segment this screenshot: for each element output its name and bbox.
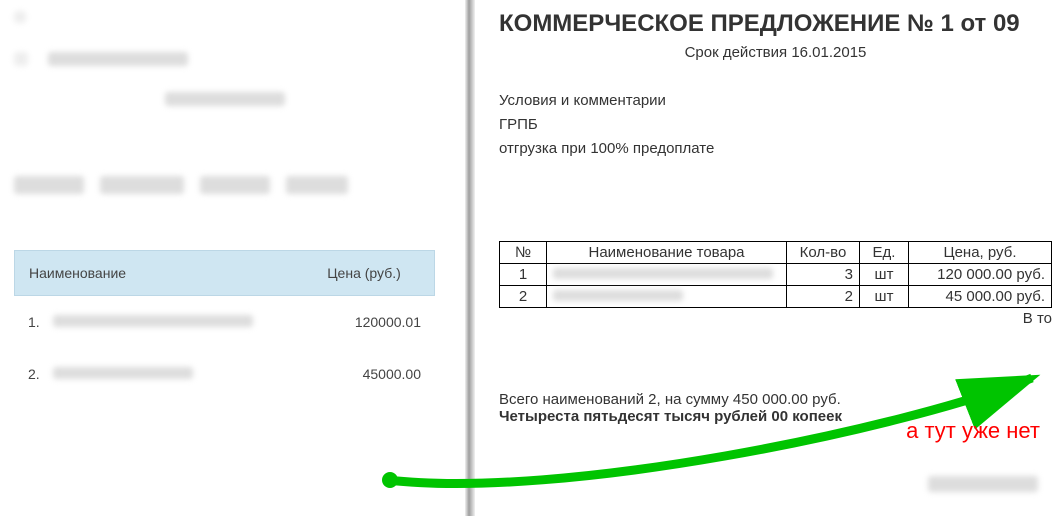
header-price: Цена (руб.): [309, 265, 419, 281]
item-index: 2.: [28, 366, 53, 382]
list-item[interactable]: 2. 45000.00: [14, 348, 435, 400]
table-row: 1 3 шт 120 000.00 руб.: [500, 264, 1052, 286]
th-no: №: [500, 242, 547, 264]
conditions-line: отгрузка при 100% предоплате: [499, 137, 1052, 161]
doc-subtitle: Срок действия 16.01.2015: [499, 44, 1052, 61]
th-qty: Кол-во: [787, 242, 860, 264]
item-index: 1.: [28, 314, 53, 330]
doc-title: КОММЕРЧЕСКОЕ ПРЕДЛОЖЕНИЕ № 1 от 09: [499, 10, 1052, 38]
th-name: Наименование товара: [547, 242, 787, 264]
annotation-text: а тут уже нет: [906, 418, 1040, 444]
conditions-line: ГРПБ: [499, 113, 1052, 137]
th-unit: Ед.: [860, 242, 909, 264]
list-item[interactable]: 1. 120000.01: [14, 296, 435, 348]
subtotal-line: В то: [499, 310, 1052, 327]
header-name: Наименование: [29, 265, 309, 281]
panel-divider: [465, 0, 475, 516]
left-panel: Наименование Цена (руб.) 1. 120000.01 2.…: [0, 0, 465, 516]
signature-blur: [928, 476, 1038, 492]
conditions-label: Условия и комментарии: [499, 89, 1052, 113]
quote-table: № Наименование товара Кол-во Ед. Цена, р…: [499, 241, 1052, 308]
left-table-header: Наименование Цена (руб.): [14, 250, 435, 296]
summary-prefix: Всего наименований: [499, 391, 648, 408]
item-price: 120000.01: [313, 314, 421, 330]
item-price: 45000.00: [313, 366, 421, 382]
summary-mid: 2, на сумму 450 000.00 руб.: [648, 391, 841, 408]
table-row: 2 2 шт 45 000.00 руб.: [500, 286, 1052, 308]
th-price: Цена, руб.: [909, 242, 1052, 264]
